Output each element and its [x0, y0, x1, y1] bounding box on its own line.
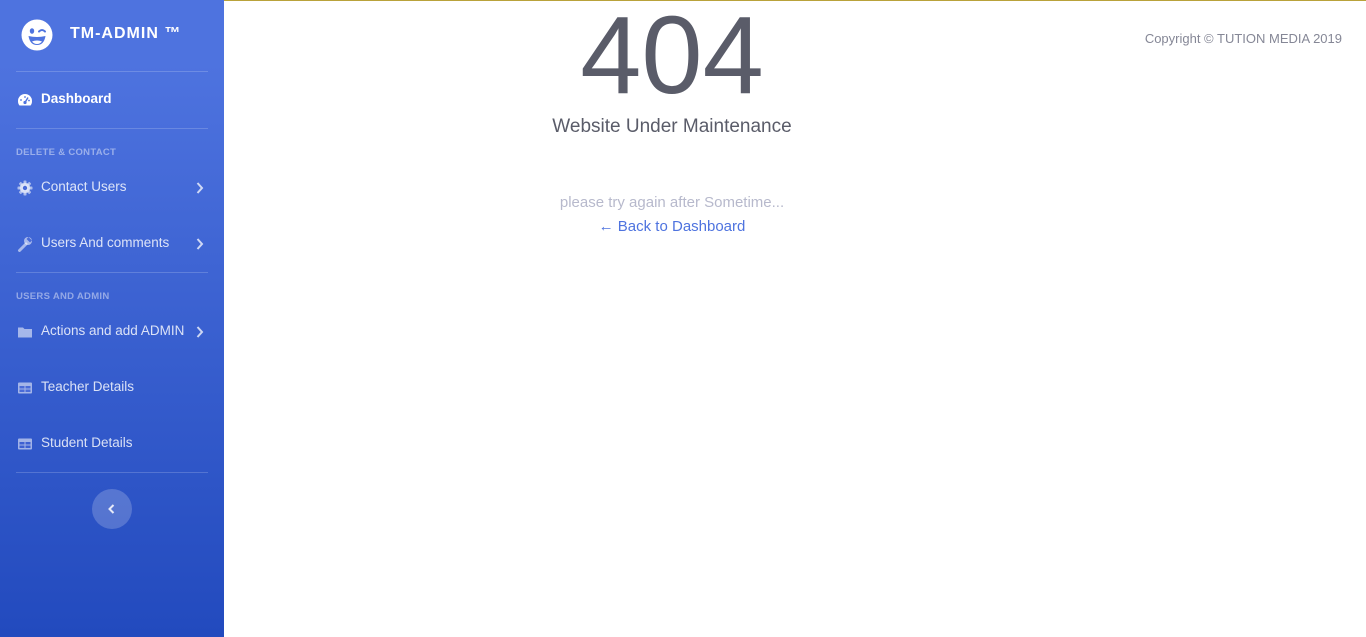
sidebar-item-label: Dashboard [41, 91, 112, 106]
sidebar-item-label: Teacher Details [41, 379, 135, 394]
sidebar: TM-ADMIN ™ Dashboard DELETE & CONTACT Co [0, 0, 224, 637]
error-code: 404 [580, 0, 764, 117]
sidebar-divider [16, 128, 208, 129]
sidebar-divider [16, 71, 208, 72]
sidebar-item-student-details[interactable]: Student Details [0, 422, 224, 466]
brand-name: TM-ADMIN ™ [70, 25, 182, 42]
folder-icon [18, 327, 32, 338]
sidebar-item-teacher-details[interactable]: Teacher Details [0, 366, 224, 410]
chevron-right-icon [196, 182, 204, 194]
copyright-text: Copyright © TUTION MEDIA 2019 [1144, 31, 1342, 46]
wrench-icon [18, 237, 32, 252]
error-message: please try again after Sometime... [559, 194, 785, 211]
sidebar-item-actions-add-admin[interactable]: Actions and add ADMIN [0, 310, 224, 354]
table-icon [18, 438, 32, 450]
sidebar-item-label: Users And comments [41, 235, 170, 250]
laugh-wink-icon [21, 19, 53, 51]
angle-left-icon [108, 504, 115, 514]
sidebar-toggle-button[interactable] [92, 489, 132, 529]
sidebar-item-contact-users[interactable]: Contact Users [0, 166, 224, 210]
sidebar-divider [16, 272, 208, 273]
error-subtitle: Website Under Maintenance [552, 116, 792, 137]
sidebar-item-label: Contact Users [41, 179, 127, 194]
back-to-dashboard-link[interactable]: ← Back to Dashboard [572, 218, 772, 235]
sidebar-item-label: Actions and add ADMIN [41, 323, 185, 338]
sidebar-heading-users-admin: USERS AND ADMIN [16, 291, 110, 302]
chevron-right-icon [196, 326, 204, 338]
sidebar-item-users-and-comments[interactable]: Users And comments [0, 222, 224, 266]
chevron-right-icon [196, 238, 204, 250]
cog-icon [17, 180, 33, 196]
tachometer-icon [18, 94, 32, 106]
table-icon [18, 382, 32, 394]
sidebar-item-dashboard[interactable]: Dashboard [0, 78, 224, 122]
sidebar-item-label: Student Details [41, 435, 133, 450]
sidebar-divider [16, 472, 208, 473]
sidebar-heading-delete-contact: DELETE & CONTACT [16, 147, 117, 158]
sidebar-brand[interactable]: TM-ADMIN ™ [0, 0, 224, 70]
